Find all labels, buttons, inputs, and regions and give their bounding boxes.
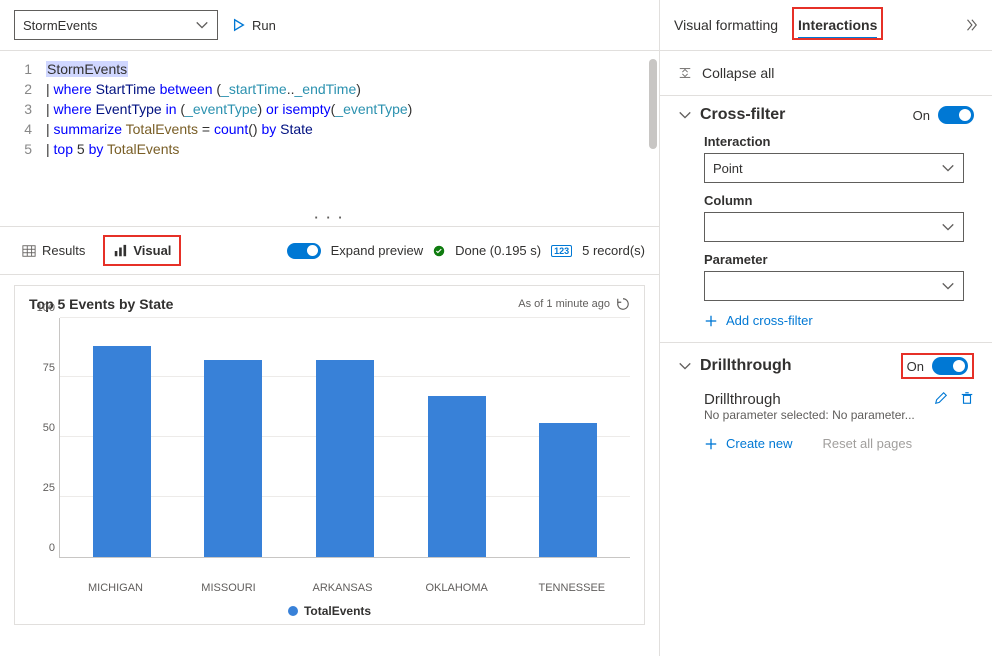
drillthrough-title: Drillthrough	[700, 357, 893, 375]
legend-swatch	[288, 606, 298, 616]
tab-visual-formatting[interactable]: Visual formatting	[674, 13, 778, 37]
refresh-icon[interactable]	[616, 297, 630, 311]
chevron-down-icon	[941, 220, 955, 234]
xlabel: OKLAHOMA	[426, 582, 484, 594]
tab-interactions[interactable]: Interactions	[798, 10, 877, 40]
chart-plot[interactable]	[59, 318, 630, 558]
expand-panel-icon[interactable]	[964, 18, 978, 32]
edit-drill-button[interactable]	[934, 391, 948, 408]
parameter-label: Parameter	[704, 252, 974, 267]
drillthrough-toggle[interactable]	[932, 357, 968, 375]
run-label: Run	[252, 18, 276, 33]
chevron-down-icon[interactable]	[678, 108, 692, 122]
xlabel: TENNESSEE	[539, 582, 597, 594]
plus-icon	[704, 437, 718, 451]
xlabel: ARKANSAS	[313, 582, 371, 594]
add-cross-filter-button[interactable]: Add cross-filter	[704, 313, 974, 328]
chart-asof: As of 1 minute ago	[518, 298, 610, 310]
interaction-select[interactable]: Point	[704, 153, 964, 183]
run-button[interactable]: Run	[232, 18, 276, 33]
drill-item-subtitle: No parameter selected: No parameter...	[704, 408, 934, 422]
status-text: Done (0.195 s)	[455, 243, 541, 258]
xlabel: MISSOURI	[200, 582, 258, 594]
create-new-drill-button[interactable]: Create new	[704, 436, 792, 451]
expand-preview-toggle[interactable]	[287, 243, 321, 259]
legend-label: TotalEvents	[304, 604, 371, 618]
collapse-all-button[interactable]: Collapse all	[660, 51, 992, 95]
pencil-icon	[934, 391, 948, 405]
bar-tennessee[interactable]	[539, 423, 597, 557]
chart-card: Top 5 Events by State As of 1 minute ago…	[14, 285, 645, 625]
drill-item-title: Drillthrough	[704, 391, 934, 408]
chevron-down-icon	[195, 18, 209, 32]
bar-chart-icon	[113, 244, 127, 258]
chevron-down-icon	[941, 279, 955, 293]
datasource-select[interactable]: StormEvents	[14, 10, 218, 40]
delete-drill-button[interactable]	[960, 391, 974, 408]
play-icon	[232, 18, 246, 32]
chevron-down-icon	[941, 161, 955, 175]
section-cross-filter: Cross-filter On Interaction Point Column…	[660, 95, 992, 342]
plus-icon	[704, 314, 718, 328]
record-count-badge: 123	[551, 245, 572, 257]
cross-filter-toggle[interactable]	[938, 106, 974, 124]
resize-handle[interactable]: · · ·	[0, 210, 659, 226]
line-gutter: 12345	[0, 51, 42, 210]
column-label: Column	[704, 193, 974, 208]
interaction-label: Interaction	[704, 134, 974, 149]
collapse-all-icon	[678, 66, 692, 80]
datasource-value: StormEvents	[23, 18, 97, 33]
expand-preview-label: Expand preview	[331, 243, 424, 258]
query-editor[interactable]: 12345 StormEvents | where StartTime betw…	[0, 50, 659, 210]
table-icon	[22, 244, 36, 258]
tab-visual[interactable]: Visual	[103, 235, 181, 266]
trash-icon	[960, 391, 974, 405]
bar-arkansas[interactable]	[316, 360, 374, 557]
section-drillthrough: Drillthrough On Drillthrough No paramete…	[660, 342, 992, 465]
column-select[interactable]	[704, 212, 964, 242]
tab-results[interactable]: Results	[14, 237, 93, 264]
bar-oklahoma[interactable]	[428, 396, 486, 557]
reset-all-pages-button[interactable]: Reset all pages	[822, 436, 912, 451]
chevron-down-icon[interactable]	[678, 359, 692, 373]
cross-filter-title: Cross-filter	[700, 106, 905, 124]
xlabel: MICHIGAN	[87, 582, 145, 594]
editor-scrollbar[interactable]	[649, 59, 657, 149]
record-count-label: 5 record(s)	[582, 243, 645, 258]
parameter-select[interactable]	[704, 271, 964, 301]
bar-missouri[interactable]	[204, 360, 262, 557]
bar-michigan[interactable]	[93, 346, 151, 557]
status-success-icon	[433, 245, 445, 257]
